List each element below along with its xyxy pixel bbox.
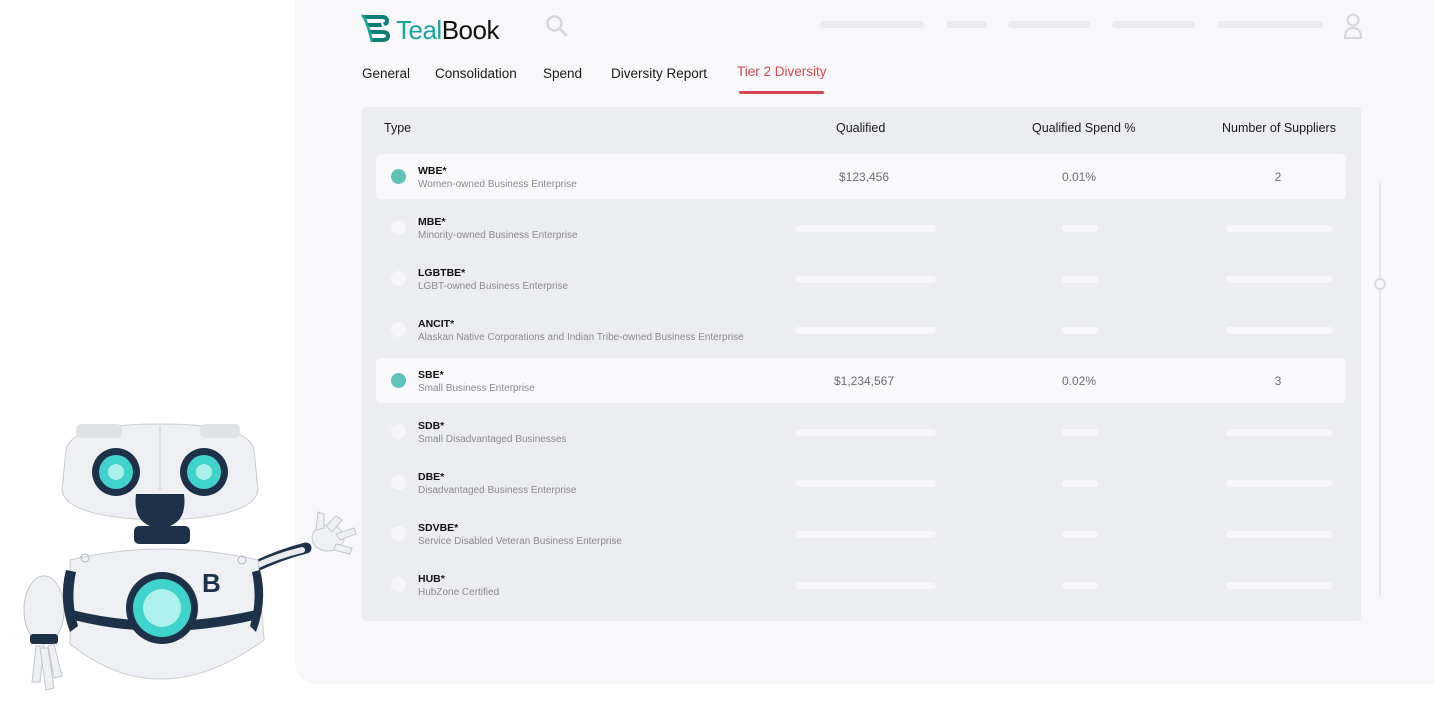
qualified-placeholder bbox=[795, 276, 936, 283]
nav-placeholder bbox=[1112, 21, 1195, 28]
nav-placeholder bbox=[820, 21, 924, 28]
spend-placeholder bbox=[1062, 276, 1098, 283]
supplier-count-value: 3 bbox=[1274, 374, 1282, 388]
qualified-spend-value: 0.01% bbox=[1061, 170, 1097, 184]
qualified-placeholder bbox=[795, 582, 936, 589]
tealbook-logo[interactable]: TealBook bbox=[360, 12, 499, 49]
table-row[interactable]: ANCIT* Alaskan Native Corporations and In… bbox=[376, 307, 1346, 352]
qualified-placeholder bbox=[795, 225, 936, 232]
table-row[interactable]: SDB* Small Disadvantaged Businesses bbox=[376, 409, 1346, 454]
spend-placeholder bbox=[1062, 225, 1098, 232]
table-row[interactable]: DBE* Disadvantaged Business Enterprise bbox=[376, 460, 1346, 505]
scrollbar-track[interactable] bbox=[1379, 183, 1381, 597]
suppliers-placeholder bbox=[1226, 276, 1333, 283]
table-row[interactable]: WBE* Women-owned Business Enterprise $123,… bbox=[376, 154, 1346, 199]
robot-mascot-illustration: B bbox=[10, 420, 370, 700]
diversity-type-description: Disadvantaged Business Enterprise bbox=[418, 485, 577, 496]
suppliers-placeholder bbox=[1226, 531, 1333, 538]
brand-name: TealBook bbox=[396, 15, 499, 45]
column-header-qualified[interactable]: Qualified bbox=[836, 121, 885, 135]
nav-placeholder bbox=[1217, 21, 1323, 28]
select-radio[interactable] bbox=[391, 271, 406, 286]
diversity-type-code: SBE* bbox=[418, 369, 444, 381]
select-radio[interactable] bbox=[391, 577, 406, 592]
diversity-type-code: LGBTBE* bbox=[418, 267, 466, 279]
diversity-type-description: Small Business Enterprise bbox=[418, 383, 535, 394]
tab-diversity-report[interactable]: Diversity Report bbox=[611, 66, 707, 81]
scrollbar-handle[interactable] bbox=[1374, 278, 1386, 290]
supplier-count-value: 2 bbox=[1274, 170, 1282, 184]
table-row[interactable]: MBE* Minority-owned Business Enterprise bbox=[376, 205, 1346, 250]
tab-general[interactable]: General bbox=[362, 66, 410, 81]
column-header-type[interactable]: Type bbox=[384, 121, 411, 135]
select-radio[interactable] bbox=[391, 220, 406, 235]
diversity-type-code: DBE* bbox=[418, 471, 445, 483]
qualified-placeholder bbox=[795, 480, 936, 487]
select-radio[interactable] bbox=[391, 475, 406, 490]
search-icon[interactable] bbox=[545, 14, 569, 43]
tab-tier-2-diversity[interactable]: Tier 2 Diversity bbox=[737, 64, 827, 79]
spend-placeholder bbox=[1062, 531, 1098, 538]
diversity-type-code: ANCIT* bbox=[418, 318, 455, 330]
select-radio[interactable] bbox=[391, 373, 406, 388]
diversity-type-description: HubZone Certified bbox=[418, 587, 500, 598]
table-row[interactable]: SBE* Small Business Enterprise $1,234,567 0… bbox=[376, 358, 1346, 403]
diversity-type-description: Alaskan Native Corporations and Indian T… bbox=[418, 332, 744, 343]
diversity-type-code: MBE* bbox=[418, 216, 446, 228]
table-row[interactable]: SDVBE* Service Disabled Veteran Business … bbox=[376, 511, 1346, 556]
table-row[interactable]: HUB* HubZone Certified bbox=[376, 562, 1346, 607]
spend-placeholder bbox=[1062, 429, 1098, 436]
spend-placeholder bbox=[1062, 327, 1098, 334]
qualified-spend-value: 0.02% bbox=[1061, 374, 1097, 388]
active-tab-indicator bbox=[739, 91, 824, 94]
svg-text:B: B bbox=[202, 568, 221, 598]
tab-consolidation[interactable]: Consolidation bbox=[435, 66, 517, 81]
diversity-type-description: Women-owned Business Enterprise bbox=[418, 179, 577, 190]
suppliers-placeholder bbox=[1226, 225, 1333, 232]
tealbook-logo-icon bbox=[360, 12, 392, 49]
user-icon[interactable] bbox=[1342, 12, 1364, 45]
suppliers-placeholder bbox=[1226, 327, 1333, 334]
spend-placeholder bbox=[1062, 582, 1098, 589]
qualified-placeholder bbox=[795, 429, 936, 436]
suppliers-placeholder bbox=[1226, 480, 1333, 487]
suppliers-placeholder bbox=[1226, 429, 1333, 436]
diversity-type-code: WBE* bbox=[418, 165, 447, 177]
table-row[interactable]: LGBTBE* LGBT-owned Business Enterprise bbox=[376, 256, 1346, 301]
qualified-value: $123,456 bbox=[838, 170, 890, 184]
select-radio[interactable] bbox=[391, 526, 406, 541]
tab-spend[interactable]: Spend bbox=[543, 66, 582, 81]
diversity-type-code: SDVBE* bbox=[418, 522, 459, 534]
select-radio[interactable] bbox=[391, 424, 406, 439]
diversity-type-code: SDB* bbox=[418, 420, 445, 432]
spend-placeholder bbox=[1062, 480, 1098, 487]
diversity-type-description: Small Disadvantaged Businesses bbox=[418, 434, 567, 445]
nav-placeholder bbox=[1008, 21, 1090, 28]
diversity-type-description: Service Disabled Veteran Business Enterp… bbox=[418, 536, 622, 547]
qualified-placeholder bbox=[795, 531, 936, 538]
top-header: TealBook bbox=[360, 10, 1365, 45]
column-header-qualified-spend[interactable]: Qualified Spend % bbox=[1032, 121, 1136, 135]
suppliers-placeholder bbox=[1226, 582, 1333, 589]
select-radio[interactable] bbox=[391, 322, 406, 337]
diversity-type-code: HUB* bbox=[418, 573, 445, 585]
select-radio[interactable] bbox=[391, 169, 406, 184]
diversity-type-description: LGBT-owned Business Enterprise bbox=[418, 281, 569, 292]
diversity-type-description: Minority-owned Business Enterprise bbox=[418, 230, 578, 241]
nav-placeholder bbox=[946, 21, 987, 28]
qualified-placeholder bbox=[795, 327, 936, 334]
column-header-number-of-suppliers[interactable]: Number of Suppliers bbox=[1222, 121, 1336, 135]
qualified-value: $1,234,567 bbox=[833, 374, 895, 388]
